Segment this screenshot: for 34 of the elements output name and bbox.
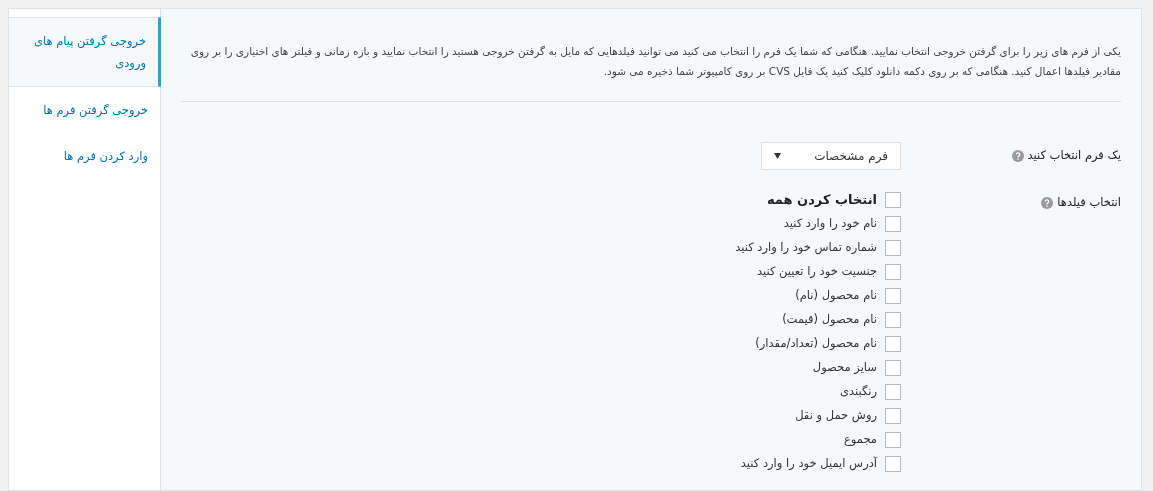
sidebar-tab[interactable]: خروجی گرفتن فرم ها <box>9 87 160 133</box>
checkbox[interactable] <box>885 456 901 472</box>
checkbox[interactable] <box>885 264 901 280</box>
help-icon <box>1041 197 1054 209</box>
checkbox-label: رنگبندی <box>839 383 877 401</box>
checkbox[interactable] <box>885 240 901 256</box>
checkbox-label: نام محصول (قیمت) <box>782 311 877 329</box>
checkbox-label: سایز محصول <box>812 359 877 377</box>
checkbox-label: مجموع <box>843 431 877 449</box>
checkbox-label: انتخاب کردن همه <box>766 191 877 210</box>
checkbox-label: جنسیت خود را تعیین کنید <box>756 263 877 281</box>
checkbox[interactable] <box>885 216 901 232</box>
help-icon <box>1011 150 1024 162</box>
checkbox[interactable] <box>885 312 901 328</box>
checkbox[interactable] <box>885 192 901 208</box>
checkbox-label: شماره تماس خود را وارد کنید <box>735 239 877 257</box>
field-label: انتخاب فیلدها <box>1057 194 1121 211</box>
checkbox-label: نام محصول (نام) <box>795 287 877 305</box>
checkbox[interactable] <box>885 432 901 448</box>
form-select[interactable]: فرم مشخصات <box>761 142 901 170</box>
checkbox[interactable] <box>885 336 901 352</box>
dropdown-caret-icon <box>774 153 781 159</box>
sidebar-tab[interactable]: وارد کردن فرم ها <box>9 133 160 179</box>
description-text: یکی از فرم های زیر را برای گرفتن خروجی انتخاب نمایید. هنگامی که شما یک فرم را انتخاب می کنید می توانید فیلدهایی که مایل به گرفتن خروجی هستید را انتخاب نمایید و بازه زمانی و فیلتر های اختیاری را بر روی مقادیر فیلدها اعمال کنید. هنگامی که بر روی دکمه دانلود کلیک کنید یک فایل CVS بر روی کامپیوتر شما ذخیره می شود. <box>189 44 1121 80</box>
field-label: یک فرم انتخاب کنید <box>1027 147 1121 165</box>
checkbox-label: آدرس ایمیل خود را وارد کنید <box>740 455 877 473</box>
checkbox-label: نام محصول (تعداد/مقدار) <box>755 335 877 353</box>
checkbox-label: روش حمل و نقل <box>795 407 877 425</box>
checkbox[interactable] <box>885 408 901 424</box>
checkbox[interactable] <box>885 384 901 400</box>
sidebar-tab[interactable]: خروجی گرفتن پیام های ورودی <box>9 17 161 87</box>
checkbox[interactable] <box>885 360 901 376</box>
checkbox[interactable] <box>885 288 901 304</box>
checkbox-label: نام خود را وارد کنید <box>783 215 877 233</box>
